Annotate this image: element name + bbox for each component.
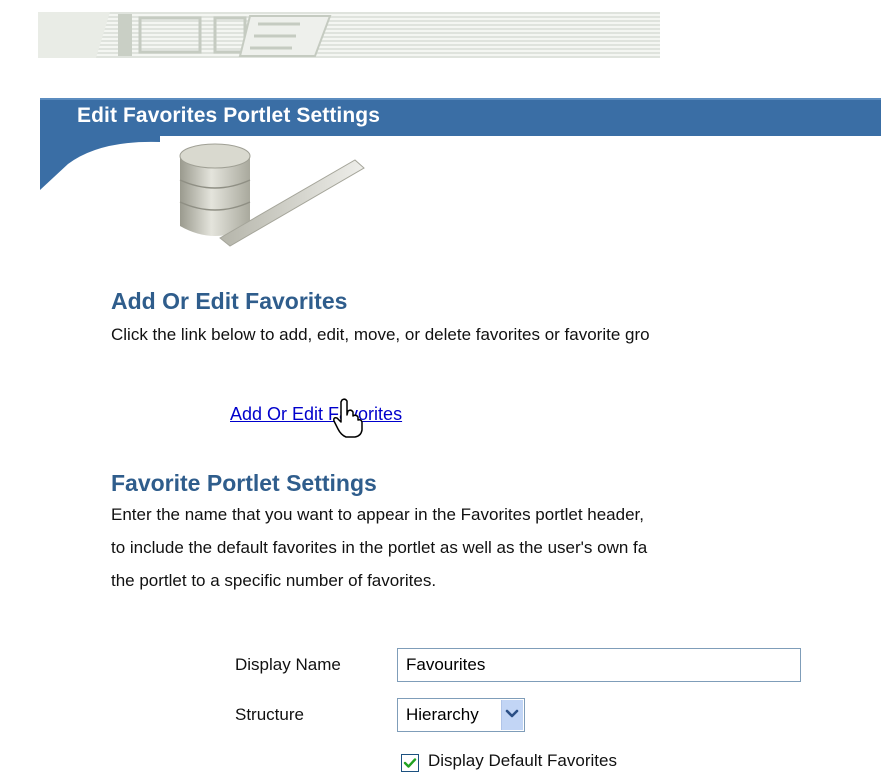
display-default-favorites-label: Display Default Favorites — [428, 751, 617, 770]
page-title: Edit Favorites Portlet Settings — [77, 104, 380, 127]
structure-selected-value: Hierarchy — [406, 705, 479, 724]
add-edit-favorites-link[interactable]: Add Or Edit Favorites — [230, 404, 402, 425]
structure-dropdown-button[interactable] — [501, 700, 523, 730]
structure-label: Structure — [235, 705, 304, 724]
section-description-line-3: the portlet to a specific number of favo… — [111, 571, 437, 590]
chevron-down-icon — [505, 709, 519, 718]
display-default-favorites-checkbox[interactable] — [401, 754, 419, 772]
section-description-line-1: Enter the name that you want to appear i… — [111, 505, 644, 524]
database-cylinder-illustration — [179, 143, 365, 247]
section-description-add-edit: Click the link below to add, edit, move,… — [111, 325, 650, 344]
display-name-input[interactable] — [397, 648, 801, 682]
hand-cursor-icon — [333, 398, 363, 438]
section-heading-add-edit: Add Or Edit Favorites — [111, 288, 348, 314]
checkmark-icon — [403, 758, 417, 768]
header-curve-decoration — [40, 130, 160, 190]
structure-select[interactable]: Hierarchy — [397, 698, 525, 732]
section-heading-portlet-settings: Favorite Portlet Settings — [111, 470, 377, 496]
display-name-label: Display Name — [235, 655, 341, 674]
top-logo-banner — [38, 12, 660, 58]
section-description-line-2: to include the default favorites in the … — [111, 538, 648, 557]
